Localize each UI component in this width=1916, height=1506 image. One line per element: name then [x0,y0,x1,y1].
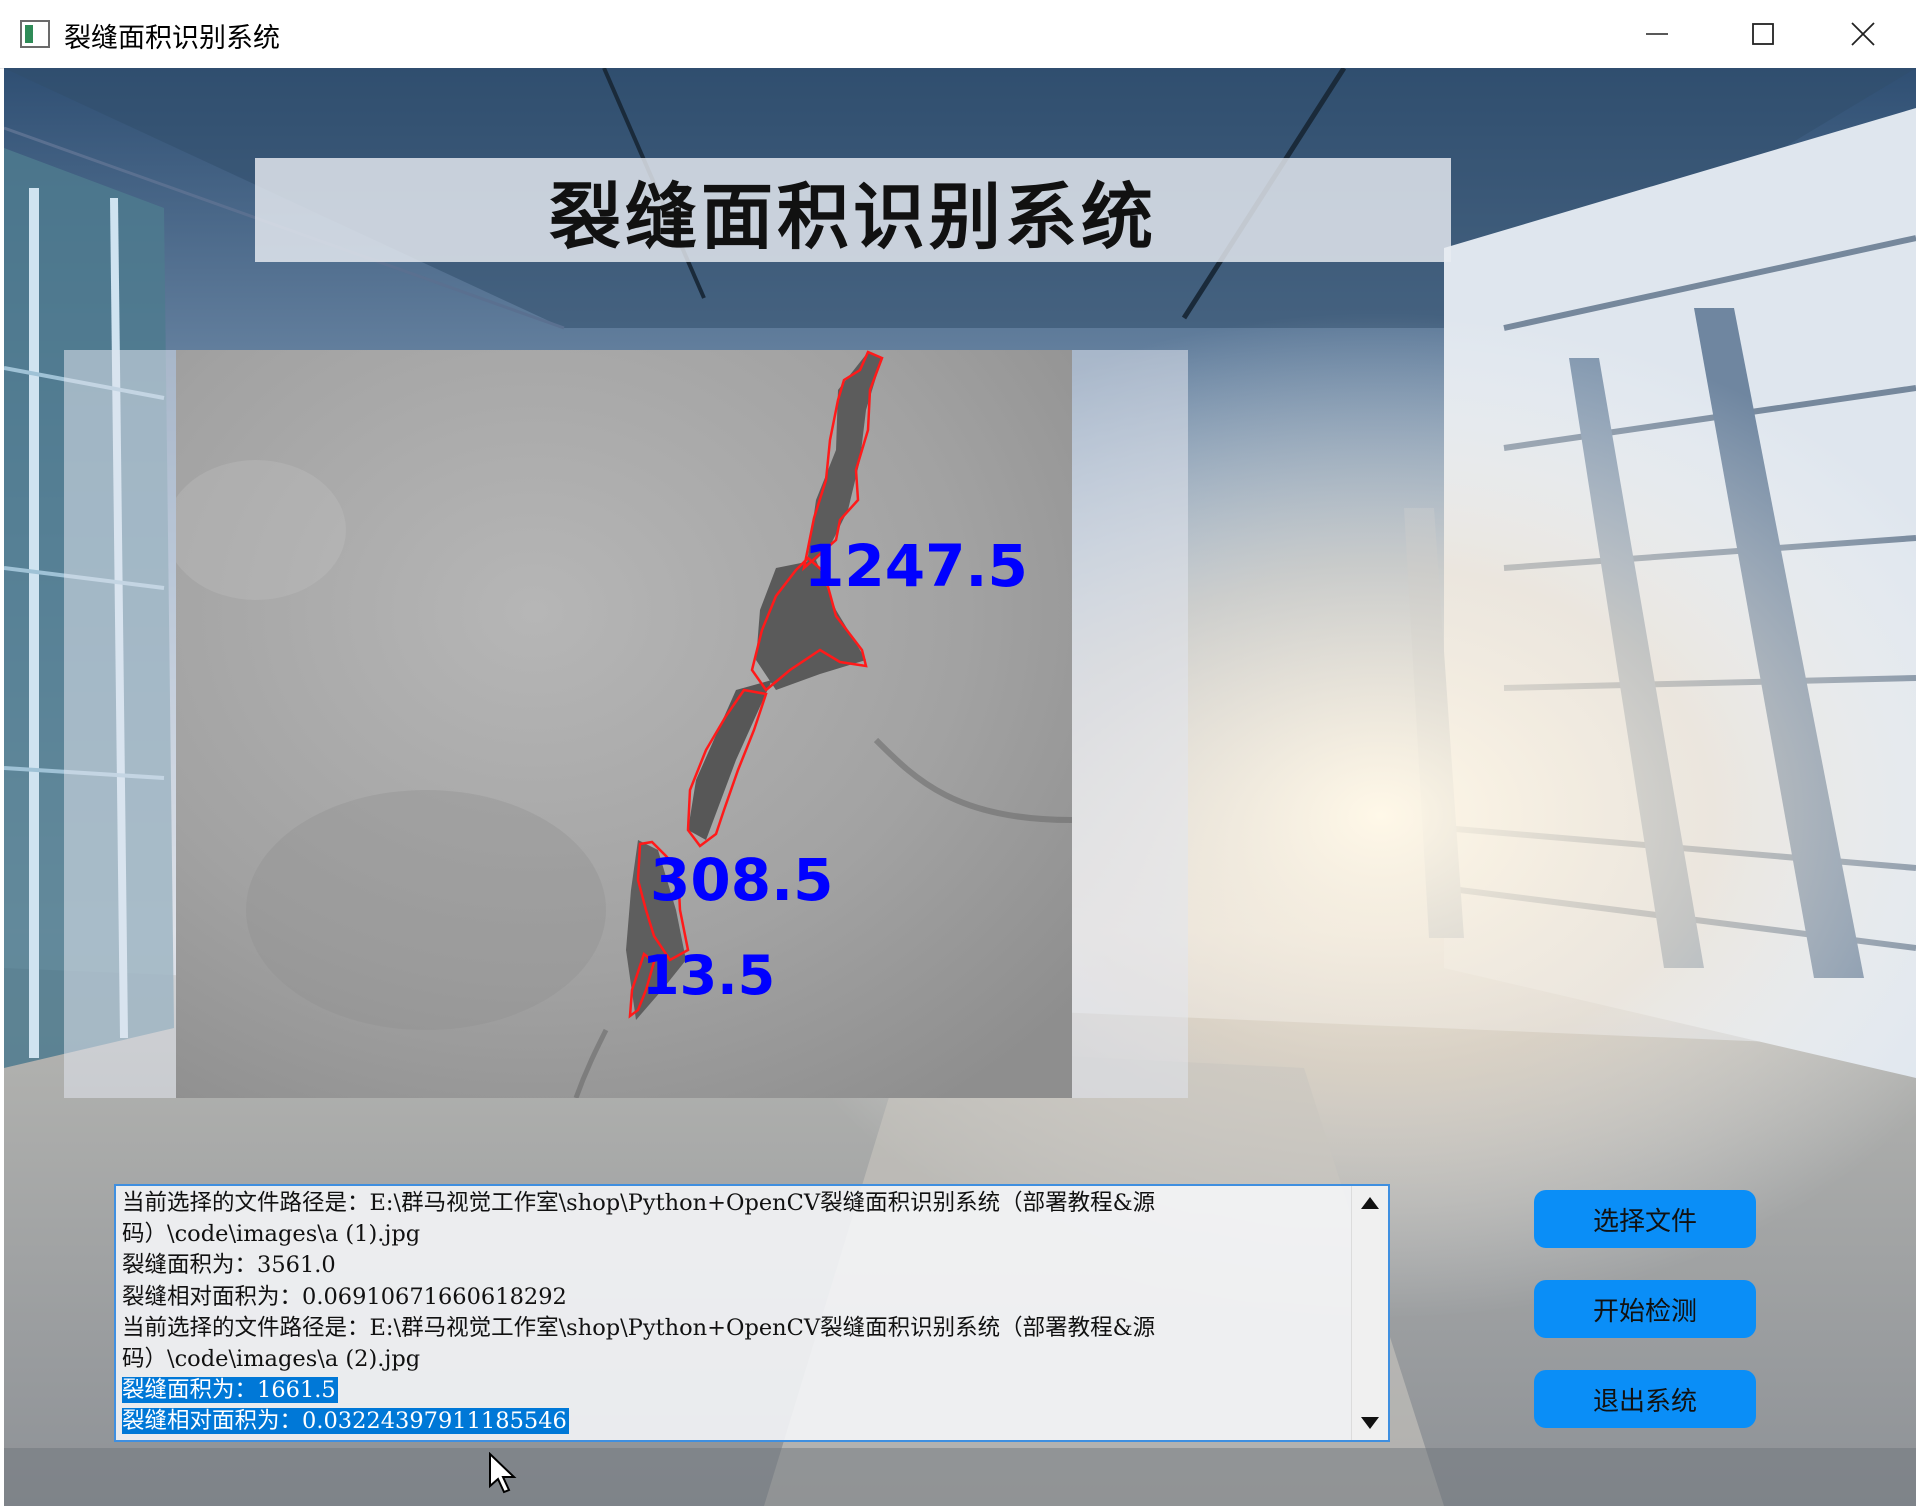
app-window: 裂缝面积识别系统 裂缝面积识别系统 1247.5 308.5 13.5 当前选择… [0,0,1916,1506]
log-line: 裂缝相对面积为：0.06910671660618292 [122,1283,567,1310]
log-line: 码）\code\images\a (1).jpg [122,1221,421,1248]
scroll-down-button[interactable] [1352,1406,1388,1440]
window-title: 裂缝面积识别系统 [64,23,280,54]
crack-result-image: 1247.5 308.5 13.5 [176,350,1072,1098]
crack-image-canvas: 1247.5 308.5 13.5 [176,350,1072,1098]
crack-area-label: 13.5 [642,944,775,1007]
log-scrollbar[interactable] [1351,1186,1388,1440]
log-line-selected: 裂缝面积为：1661.5 [122,1377,338,1404]
maximize-button[interactable] [1710,0,1816,68]
mouse-cursor-icon [489,1452,517,1494]
result-log-textbox[interactable]: 当前选择的文件路径是：E:\群马视觉工作室\shop\Python+OpenCV… [114,1184,1390,1442]
log-line: 裂缝面积为：3561.0 [122,1252,336,1279]
log-line-selected: 裂缝相对面积为：0.03224397911185546 [122,1408,569,1435]
close-icon [1851,22,1875,46]
header-panel: 裂缝面积识别系统 [255,158,1451,262]
arrow-down-icon [1361,1417,1379,1429]
arrow-up-icon [1361,1197,1379,1209]
minimize-icon [1646,33,1668,35]
log-lines: 当前选择的文件路径是：E:\群马视觉工作室\shop\Python+OpenCV… [122,1188,1352,1438]
system-title: 裂缝面积识别系统 [548,173,1157,259]
app-icon [20,20,50,48]
title-bar[interactable]: 裂缝面积识别系统 [0,0,1916,69]
close-button[interactable] [1810,0,1916,68]
log-line: 当前选择的文件路径是：E:\群马视觉工作室\shop\Python+OpenCV… [122,1314,1156,1341]
client-area: 裂缝面积识别系统 1247.5 308.5 13.5 当前选择的文件路径是：E:… [4,68,1916,1506]
minimize-button[interactable] [1604,0,1710,68]
crack-area-label: 1247.5 [804,532,1028,600]
log-line: 当前选择的文件路径是：E:\群马视觉工作室\shop\Python+OpenCV… [122,1190,1156,1216]
exit-system-button[interactable]: 退出系统 [1534,1370,1756,1428]
select-file-button[interactable]: 选择文件 [1534,1190,1756,1248]
log-line: 码）\code\images\a (2).jpg [122,1345,421,1372]
start-detect-button[interactable]: 开始检测 [1534,1280,1756,1338]
maximize-icon [1752,23,1774,45]
scroll-up-button[interactable] [1352,1186,1388,1220]
crack-area-label: 308.5 [650,846,833,914]
